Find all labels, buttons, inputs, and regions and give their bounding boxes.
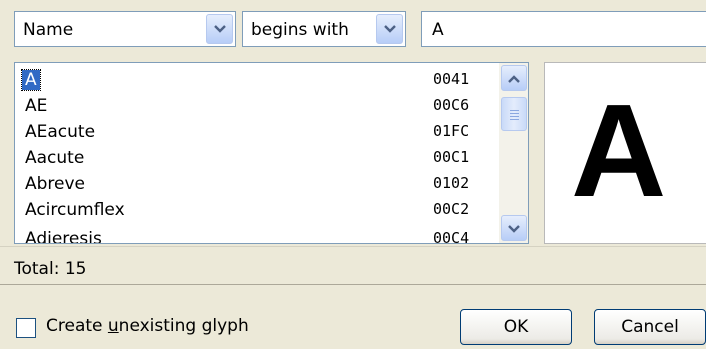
checkbox-label-mnemonic: u [107, 316, 119, 336]
total-count: Total: 15 [14, 259, 87, 279]
glyph-name: Adieresis [25, 229, 102, 244]
field-select[interactable]: Name [14, 11, 236, 47]
glyph-list[interactable]: A 0041 AE 00C6 AEacute 01FC Aacute 00C1 … [14, 62, 529, 244]
create-unexisting-glyph-checkbox[interactable] [16, 318, 36, 338]
list-item[interactable]: AE 00C6 [15, 93, 495, 119]
field-select-value: Name [23, 20, 74, 40]
ok-button[interactable]: OK [460, 309, 572, 345]
glyph-code: 00C2 [433, 200, 470, 218]
chevron-down-icon [508, 225, 520, 233]
glyph-name: AE [25, 96, 48, 116]
list-scrollbar[interactable] [499, 63, 528, 243]
glyph-name: A [21, 69, 41, 91]
search-input-value: A [432, 20, 444, 40]
glyph-name: Abreve [25, 174, 86, 194]
list-item[interactable]: Abreve 0102 [15, 171, 495, 197]
scroll-down-button[interactable] [501, 215, 527, 241]
glyph-code: 01FC [433, 122, 470, 140]
checkbox-label-part: Create [46, 316, 108, 336]
divider [0, 284, 706, 285]
create-unexisting-glyph-label[interactable]: Create unexisting glyph [46, 316, 249, 336]
glyph-name: Aacute [25, 148, 85, 168]
operator-select-value: begins with [251, 20, 349, 40]
glyph-code: 0102 [433, 174, 470, 192]
glyph-code: 00C4 [433, 229, 470, 244]
list-item[interactable]: Aacute 00C1 [15, 145, 495, 171]
scroll-up-button[interactable] [501, 65, 527, 91]
glyph-code: 0041 [433, 70, 470, 88]
operator-select[interactable]: begins with [242, 11, 406, 47]
cancel-button[interactable]: Cancel [594, 309, 706, 345]
glyph-preview-character: A [571, 77, 667, 224]
chevron-up-icon [508, 75, 520, 83]
glyph-name: AEacute [25, 122, 96, 142]
glyph-name: Acircumflex [25, 200, 125, 220]
glyph-preview: A [544, 62, 706, 244]
operator-select-dropdown-button[interactable] [376, 14, 403, 44]
chevron-down-icon [384, 25, 396, 33]
list-item[interactable]: AEacute 01FC [15, 119, 495, 145]
status-bar: Total: 15 [0, 246, 706, 285]
list-item[interactable]: Adieresis 00C4 [15, 226, 495, 244]
glyph-code: 00C6 [433, 96, 470, 114]
chevron-down-icon [214, 25, 226, 33]
search-input[interactable]: A [421, 11, 706, 47]
checkbox-label-part: nexisting glyph [118, 316, 249, 336]
glyph-code: 00C1 [433, 148, 470, 166]
list-item[interactable]: Acircumflex 00C2 [15, 197, 495, 223]
scroll-thumb[interactable] [501, 97, 527, 131]
list-item[interactable]: A 0041 [15, 67, 495, 93]
field-select-dropdown-button[interactable] [206, 14, 233, 44]
